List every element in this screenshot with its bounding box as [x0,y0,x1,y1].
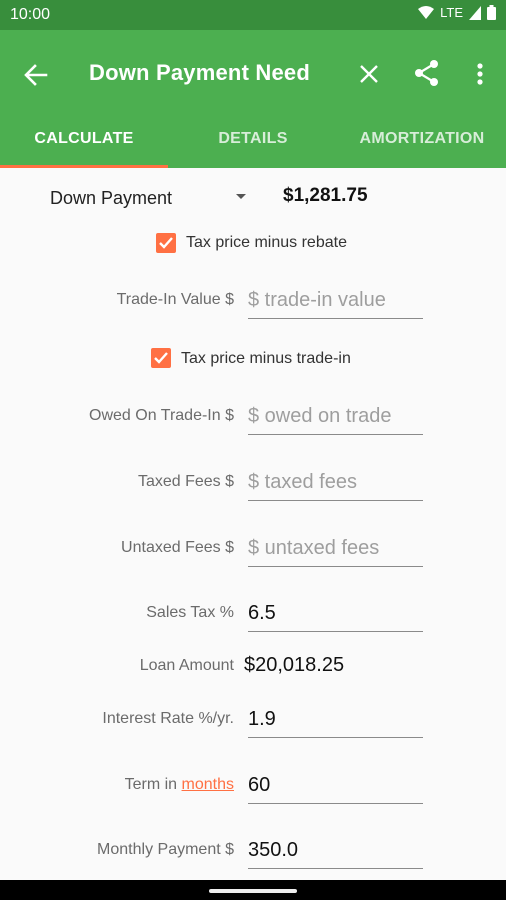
monthly-payment-input[interactable] [248,834,423,866]
trade-in-input[interactable] [248,284,423,316]
check-icon [154,352,168,364]
back-arrow-icon[interactable] [20,60,50,90]
taxed-fees-input[interactable] [248,466,423,498]
owed-trade-field[interactable] [248,400,423,435]
app-bar: Down Payment Need CALCULATE DETAILS AMOR… [0,30,506,168]
loan-amount-value: $20,018.25 [244,654,345,676]
interest-rate-field[interactable] [248,703,423,738]
more-vert-icon[interactable] [468,60,492,88]
term-field[interactable] [248,769,423,804]
tab-bar: CALCULATE DETAILS AMORTIZATION [0,120,506,168]
term-label: Term in months [125,776,234,794]
tab-details[interactable]: DETAILS [168,120,338,168]
tab-calculate[interactable]: CALCULATE [0,120,168,168]
battery-icon [487,5,496,20]
owed-trade-label: Owed On Trade-In $ [89,407,234,424]
taxed-fees-label: Taxed Fees $ [137,473,234,490]
dropdown-arrow-icon[interactable] [236,194,246,199]
untaxed-fees-input[interactable] [248,532,423,564]
trade-in-label: Trade-In Value $ [116,291,234,308]
calc-type-selector[interactable]: Down Payment [50,188,172,209]
close-icon[interactable] [355,60,383,88]
taxed-fees-field[interactable] [248,466,423,501]
status-bar: 10:00 LTE [0,0,506,30]
status-time: 10:00 [10,6,51,23]
calculate-form: Down Payment $1,281.75 Tax price minus r… [0,168,506,880]
term-unit-link[interactable]: months [182,776,234,793]
tax-tradein-checkbox[interactable] [151,348,171,368]
term-label-prefix: Term in [124,776,178,793]
trade-in-field[interactable] [248,284,423,319]
tab-amortization[interactable]: AMORTIZATION [338,120,506,168]
tax-rebate-label: Tax price minus rebate [186,234,347,251]
sales-tax-label: Sales Tax % [146,604,234,621]
system-nav-bar [0,880,506,900]
untaxed-fees-label: Untaxed Fees $ [121,539,234,556]
monthly-payment-field[interactable] [248,834,423,869]
page-title: Down Payment Need [89,60,311,85]
interest-rate-label: Interest Rate %/yr. [102,710,234,727]
untaxed-fees-field[interactable] [248,532,423,567]
owed-trade-input[interactable] [248,400,423,432]
signal-icon [469,5,481,20]
loan-amount-label: Loan Amount [139,657,234,674]
home-gesture-handle[interactable] [209,889,297,893]
tax-rebate-checkbox[interactable] [156,233,176,253]
term-input[interactable] [248,769,423,801]
sales-tax-input[interactable] [248,597,423,629]
wifi-icon [418,5,435,19]
share-icon[interactable] [412,58,442,88]
calculated-result: $1,281.75 [283,185,368,206]
check-icon [159,237,173,249]
tax-tradein-label: Tax price minus trade-in [181,350,351,367]
monthly-payment-label: Monthly Payment $ [97,841,234,858]
interest-rate-input[interactable] [248,703,423,735]
sales-tax-field[interactable] [248,597,423,632]
network-type: LTE [440,5,463,20]
